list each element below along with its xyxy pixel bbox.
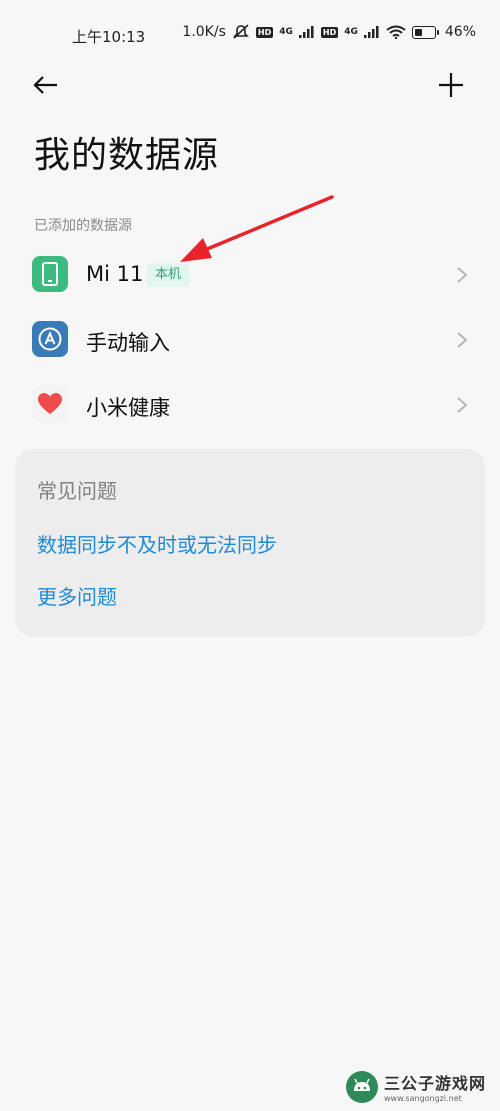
- local-device-badge: 本机: [147, 263, 190, 287]
- network-speed: 1.0K/s: [182, 24, 226, 40]
- heart-icon: [38, 393, 62, 414]
- watermark-logo-icon: [345, 1070, 378, 1103]
- section-label-added-sources: 已添加的数据源: [34, 218, 132, 234]
- source-label: Mi 11: [86, 262, 144, 286]
- battery-icon: [411, 25, 439, 39]
- wifi-icon: [386, 25, 406, 39]
- arrow-left-icon: [33, 76, 57, 94]
- manual-input-icon: [32, 321, 68, 357]
- faq-link-sync-issue[interactable]: 数据同步不及时或无法同步: [37, 529, 277, 558]
- network-type-2: 4G: [344, 27, 358, 37]
- battery-percent: 46%: [444, 24, 476, 40]
- phone-icon: [32, 256, 68, 292]
- faq-link-more-questions[interactable]: 更多问题: [37, 581, 117, 610]
- top-nav: [0, 62, 500, 106]
- signal-icon-2: [363, 26, 379, 38]
- source-label: 手动输入: [86, 331, 170, 355]
- source-label: 小米健康: [86, 396, 170, 420]
- watermark: 三公子游戏网 www.sangongzi.net: [345, 1070, 486, 1103]
- watermark-text: 三公子游戏网: [383, 1074, 486, 1093]
- back-button[interactable]: [30, 66, 70, 102]
- mi-health-app-icon: [32, 386, 68, 422]
- source-row-mi-health[interactable]: 小米健康: [0, 374, 500, 436]
- faq-title: 常见问题: [37, 479, 117, 503]
- signal-icon-1: [298, 26, 314, 38]
- source-row-mi11[interactable]: Mi 11: [0, 244, 500, 306]
- page-title: 我的数据源: [34, 135, 220, 176]
- add-source-button[interactable]: [430, 66, 470, 102]
- watermark-url: www.sangongzi.net: [383, 1094, 462, 1103]
- faq-card: 常见问题 数据同步不及时或无法同步 更多问题: [15, 449, 485, 637]
- status-time: 上午10:13: [72, 28, 146, 46]
- hd-badge-1: HD: [255, 26, 274, 38]
- mute-bell-icon: [232, 24, 249, 39]
- chevron-right-icon: [457, 397, 468, 413]
- chevron-right-icon: [457, 332, 468, 348]
- status-bar: 上午10:13 1.0K/s HD 4G HD 4G 46%: [0, 0, 500, 70]
- chevron-right-icon: [457, 267, 468, 283]
- plus-icon: [439, 73, 463, 97]
- hd-badge-2: HD: [320, 26, 339, 38]
- status-indicators: 1.0K/s HD 4G HD 4G 46%: [182, 24, 476, 40]
- network-type-1: 4G: [279, 27, 293, 37]
- source-row-manual-input[interactable]: 手动输入: [0, 309, 500, 371]
